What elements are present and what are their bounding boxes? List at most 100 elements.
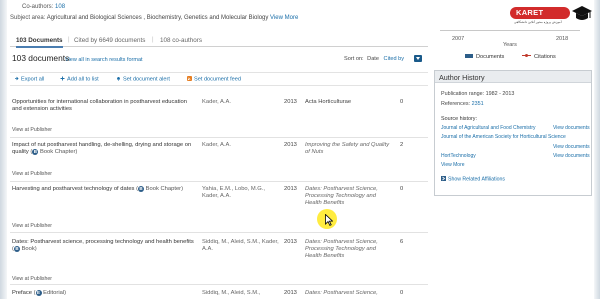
document-row: Opportunities for international collabor… [10,96,428,138]
document-year: 2013 [284,142,297,148]
legend-citations-label: Citations [534,54,556,60]
document-type-label: Book [21,246,35,252]
document-authors[interactable]: Kader, A.A. [202,142,282,149]
view-documents-link[interactable]: View documents [553,144,590,150]
subject-area: Subject area: Agricultural and Biologica… [10,15,298,21]
references-line: References: 2351 [441,101,484,107]
view-documents-link[interactable]: View documents [553,125,590,131]
sort-label: Sort on: [344,56,364,62]
chart-year-start: 2007 [452,36,465,42]
document-year: 2013 [284,239,297,245]
chevron-right-icon [441,176,446,181]
document-authors[interactable]: Kader, A.A. [202,99,282,106]
set-document-alert-button[interactable]: Set document alert [116,76,170,83]
document-cited-count[interactable]: 6 [400,239,420,246]
tab-separator: | [68,37,70,43]
publication-range: Publication range: 1982 - 2013 [441,91,515,97]
book-icon: B [13,246,20,252]
document-authors[interactable]: Siddiq, M., Aleid, S.M., Kader, A.A. [202,239,282,253]
document-title: Preface [12,290,32,296]
view-more-sources-link[interactable]: View More [441,162,465,168]
document-source: Dates: Postharvest Science, Processing T… [305,186,378,206]
source-link[interactable]: Journal of Agricultural and Food Chemist… [441,125,536,131]
legend-citations: Citations [522,54,556,60]
document-title: Opportunities for international collabor… [12,99,187,112]
citations-legend-icon [522,54,531,57]
document-title-link[interactable]: Impact of nut postharvest handling, de-s… [12,142,197,156]
subject-more-link[interactable]: View More [270,15,298,21]
legend-documents: Documents [465,54,504,60]
add-all-to-list-button[interactable]: Add all to list [60,76,99,83]
export-icon [15,76,19,81]
editorial-icon: E [35,290,42,296]
plus-icon [60,76,65,81]
set-alert-label: Set document alert [123,76,170,83]
document-source: Dates: Postharvest Science, [305,290,378,296]
document-row: Impact of nut postharvest handling, de-s… [10,138,428,182]
document-type: (E Editorial) [33,290,67,296]
document-cited-count[interactable]: 0 [400,99,420,106]
document-tabs: 103 Documents | Cited by 6649 documents … [10,37,428,48]
document-source: Improving the Safety and Quality of Nuts [305,142,390,155]
view-at-publisher-link[interactable]: View at Publisher [12,276,52,282]
left-shadow [0,0,7,299]
references-count-link[interactable]: 2351 [472,101,484,107]
document-row: Preface (E Editorial) Siddiq, M., Aleid,… [10,286,428,299]
document-title: Dates: Postharvest science, processing t… [12,239,194,245]
document-authors[interactable]: Siddiq, M., Aleid, S.M., [202,290,282,297]
graduation-cap-icon [572,6,592,20]
coauthors-count-link[interactable]: 108 [55,4,65,10]
book-chapter-icon: B [32,149,39,155]
mouse-cursor-icon [325,214,333,226]
sort-date-option[interactable]: Date [367,56,379,62]
export-all-button[interactable]: Export all [14,76,44,83]
document-year: 2013 [284,99,297,105]
subject-value: Agricultural and Biological Sciences , B… [46,15,269,21]
view-at-publisher-link[interactable]: View at Publisher [12,127,52,133]
tab-documents[interactable]: 103 Documents [16,37,63,48]
document-title: Harvesting and postharvest technology of… [12,186,135,192]
set-document-feed-button[interactable]: Set document feed [187,76,241,83]
document-title-link[interactable]: Harvesting and postharvest technology of… [12,186,197,193]
document-cited-count[interactable]: 0 [400,186,420,193]
subject-label: Subject area: [10,15,46,21]
author-history-title: Author History [435,71,591,83]
source-link[interactable]: Journal of the American Society for Hort… [441,134,566,140]
document-authors[interactable]: Yahia, E.M., Lobo, M.G., Kader, A.A. [202,186,282,200]
document-cited-count[interactable]: 0 [400,290,420,297]
action-bar: Export all Add all to list Set document … [10,72,428,86]
view-documents-link[interactable]: View documents [553,153,590,159]
tab-separator: | [152,37,154,43]
legend-documents-label: Documents [476,54,505,60]
view-all-search-link[interactable]: View all in search results format [65,57,143,63]
view-at-publisher-link[interactable]: View at Publisher [12,223,52,229]
sort-dropdown-button[interactable] [414,55,422,62]
document-type-label: Book Chapter [145,186,182,192]
karet-logo: KARET آموزش پروژه محور آنلاین دانشگاهی [510,6,592,26]
document-cited-count[interactable]: 2 [400,142,420,149]
document-source: Acta Horticulturae [305,99,352,105]
sort-options: Sort on: Date Cited by [344,56,404,62]
document-year: 2013 [284,186,297,192]
tab-coauthors[interactable]: 108 co-authors [160,37,202,44]
source-link[interactable]: HortTechnology [441,153,476,159]
document-title-link[interactable]: Preface (E Editorial) [12,290,197,297]
document-year: 2013 [284,290,297,296]
document-type: (B Book) [12,246,37,252]
show-related-affiliations-link[interactable]: Show Related Affiliations [441,176,505,183]
documents-count: 103 documents [12,53,70,63]
chart-year-end: 2018 [556,36,569,42]
sort-cited-by-option[interactable]: Cited by [384,56,405,62]
document-source: Dates: Postharvest Science, Processing T… [305,239,378,259]
book-chapter-icon: B [138,186,145,192]
document-type-label: Book Chapter [39,149,76,155]
document-row: Dates: Postharvest science, processing t… [10,233,428,285]
tab-cited-by[interactable]: Cited by 6649 documents [74,37,145,44]
add-all-label: Add all to list [67,76,99,83]
show-related-label: Show Related Affiliations [448,176,506,183]
document-title-link[interactable]: Opportunities for international collabor… [12,99,197,113]
document-title-link[interactable]: Dates: Postharvest science, processing t… [12,239,197,253]
document-type-label: Editorial [43,290,65,296]
export-all-label: Export all [21,76,45,83]
view-at-publisher-link[interactable]: View at Publisher [12,171,52,177]
